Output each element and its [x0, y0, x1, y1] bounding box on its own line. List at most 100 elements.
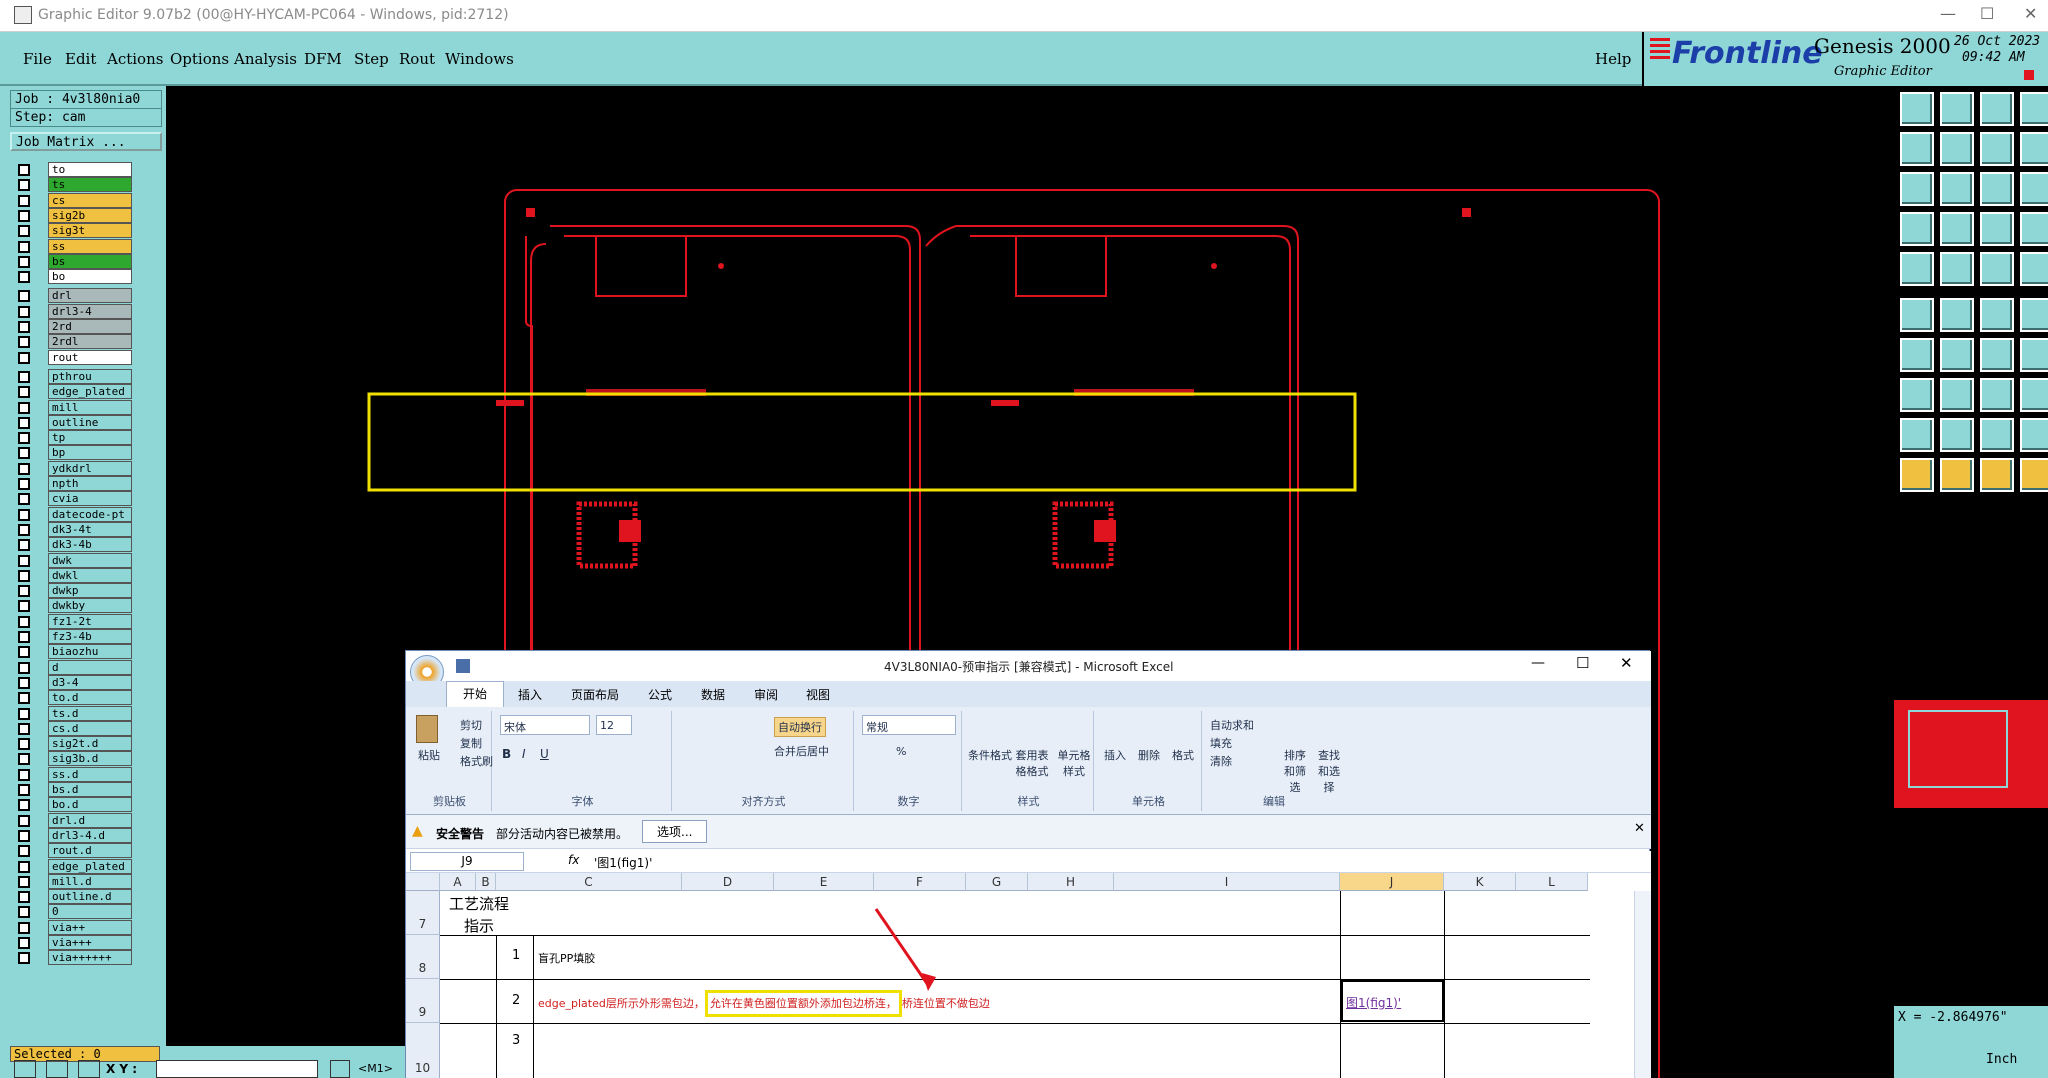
layer-checkbox[interactable] — [18, 738, 30, 751]
col-header-f[interactable]: F — [874, 873, 966, 891]
layer-row[interactable]: 2rd — [14, 319, 164, 334]
layer-name[interactable]: sig3t — [48, 223, 132, 239]
layer-row[interactable]: via++++++ — [14, 950, 164, 966]
col-header-a[interactable]: A — [440, 873, 476, 891]
tool-button-icon[interactable] — [1900, 252, 1934, 286]
menu-windows[interactable]: Windows — [445, 50, 514, 68]
layer-checkbox[interactable] — [18, 753, 30, 766]
layer-checkbox[interactable] — [18, 523, 30, 536]
col-header-c[interactable]: C — [496, 873, 682, 891]
layer-row[interactable]: cs.d — [14, 720, 164, 736]
merge-center-button[interactable]: 合并后居中 — [774, 743, 829, 759]
layer-checkbox[interactable] — [18, 462, 30, 475]
layer-checkbox[interactable] — [18, 336, 30, 349]
layer-row[interactable]: mill — [14, 399, 164, 415]
conditional-format-button[interactable]: 条件格式 — [968, 747, 1012, 763]
wrap-text-button[interactable]: 自动换行 — [774, 717, 826, 737]
cell-styles-button[interactable]: 单元格样式 — [1056, 747, 1092, 779]
layer-row[interactable]: mill.d — [14, 873, 164, 889]
layer-name[interactable]: sig3b.d — [48, 751, 132, 767]
menu-step[interactable]: Step — [354, 50, 389, 68]
layer-row[interactable]: datecode-pt — [14, 506, 164, 522]
layer-row[interactable]: biaozhu — [14, 644, 164, 660]
delete-cells-button[interactable]: 删除 — [1138, 747, 1160, 763]
tool-button-icon[interactable] — [1900, 378, 1934, 412]
layer-checkbox[interactable] — [18, 707, 30, 720]
tool-button-icon[interactable] — [1980, 132, 2014, 166]
process-header-cell[interactable]: 工艺流程指示 — [444, 893, 514, 937]
col-header-k[interactable]: K — [1444, 873, 1516, 891]
layer-name[interactable]: bs — [48, 253, 132, 269]
layer-name[interactable]: bo — [48, 269, 132, 285]
layer-row[interactable]: pthrou — [14, 368, 164, 384]
tool-button-icon[interactable] — [2020, 172, 2048, 206]
menu-actions[interactable]: Actions — [107, 50, 163, 68]
layer-checkbox[interactable] — [18, 539, 30, 552]
layer-name[interactable]: edge_plated — [48, 384, 132, 400]
tool-button-icon[interactable] — [1900, 338, 1934, 372]
layer-checkbox[interactable] — [18, 416, 30, 429]
format-painter-button[interactable]: 格式刷 — [460, 753, 493, 769]
tool-button-icon[interactable] — [2020, 418, 2048, 452]
layer-row[interactable]: drl3-4 — [14, 303, 164, 319]
close-security-icon[interactable]: ✕ — [1634, 821, 1645, 836]
layer-name[interactable]: pthrou — [48, 368, 132, 384]
layer-row[interactable]: dwkby — [14, 598, 164, 614]
format-cells-button[interactable]: 格式 — [1172, 747, 1194, 763]
tool-button-icon[interactable] — [1980, 252, 2014, 286]
tool-button-icon[interactable] — [1940, 132, 1974, 166]
layer-row[interactable]: ts — [14, 177, 164, 193]
tool-button-icon[interactable] — [1940, 212, 1974, 246]
layer-row[interactable]: fz3-4b — [14, 629, 164, 644]
layer-checkbox[interactable] — [18, 386, 30, 399]
layer-name[interactable]: dwkby — [48, 598, 132, 614]
layer-checkbox[interactable] — [18, 845, 30, 858]
layer-checkbox[interactable] — [18, 290, 30, 303]
layer-row[interactable]: bs — [14, 253, 164, 269]
maximize-button[interactable]: ☐ — [1980, 4, 1994, 23]
clear-button[interactable]: 清除 — [1210, 753, 1232, 769]
tab-formulas[interactable]: 公式 — [648, 686, 672, 703]
cut-button[interactable]: 剪切 — [460, 717, 482, 733]
tool-button-icon[interactable] — [2020, 92, 2048, 126]
excel-maximize-button[interactable]: ☐ — [1576, 654, 1589, 672]
tool-button-icon[interactable] — [1980, 92, 2014, 126]
layer-row[interactable]: bo.d — [14, 797, 164, 813]
close-button[interactable]: ✕ — [2024, 4, 2037, 23]
layer-name[interactable]: ss — [48, 238, 132, 254]
layer-row[interactable]: sig3b.d — [14, 751, 164, 767]
layer-row[interactable]: 0 — [14, 904, 164, 920]
layer-name[interactable]: bo.d — [48, 797, 132, 813]
layer-name[interactable]: ts — [48, 177, 132, 193]
layer-name[interactable]: drl3-4 — [48, 303, 132, 319]
layer-checkbox[interactable] — [18, 952, 30, 965]
layer-row[interactable]: ydkdrl — [14, 460, 164, 476]
tab-review[interactable]: 审阅 — [754, 686, 778, 703]
layer-name[interactable]: ydkdrl — [48, 460, 132, 476]
layer-name[interactable]: mill — [48, 399, 132, 415]
row-header-8[interactable]: 8 — [406, 935, 440, 979]
menu-help[interactable]: Help — [1595, 50, 1631, 68]
tool-icon-2[interactable] — [46, 1060, 68, 1078]
layer-checkbox[interactable] — [18, 692, 30, 705]
tool-button-icon[interactable] — [2020, 298, 2048, 332]
layer-checkbox[interactable] — [18, 508, 30, 521]
layer-row[interactable]: dk3-4t — [14, 521, 164, 537]
layer-row[interactable]: ss — [14, 238, 164, 254]
menu-analysis[interactable]: Analysis — [234, 50, 297, 68]
fig1-link-cell[interactable]: 图1(fig1)' — [1341, 980, 1444, 1022]
layer-checkbox[interactable] — [18, 321, 30, 333]
tool-button-icon[interactable] — [2020, 212, 2048, 246]
menu-options[interactable]: Options — [170, 50, 229, 68]
layer-checkbox[interactable] — [18, 554, 30, 567]
tool-button-icon[interactable] — [1980, 172, 2014, 206]
layer-name[interactable]: rout — [48, 349, 132, 365]
row-header-7[interactable]: 7 — [406, 891, 440, 935]
layer-name[interactable]: dk3-4t — [48, 521, 132, 537]
layer-checkbox[interactable] — [18, 585, 30, 598]
name-box[interactable]: J9 — [410, 852, 524, 871]
col-header-e[interactable]: E — [774, 873, 874, 891]
layer-name[interactable]: cs.d — [48, 720, 132, 736]
layer-row[interactable]: edge_plated — [14, 384, 164, 400]
layer-checkbox[interactable] — [18, 615, 30, 628]
